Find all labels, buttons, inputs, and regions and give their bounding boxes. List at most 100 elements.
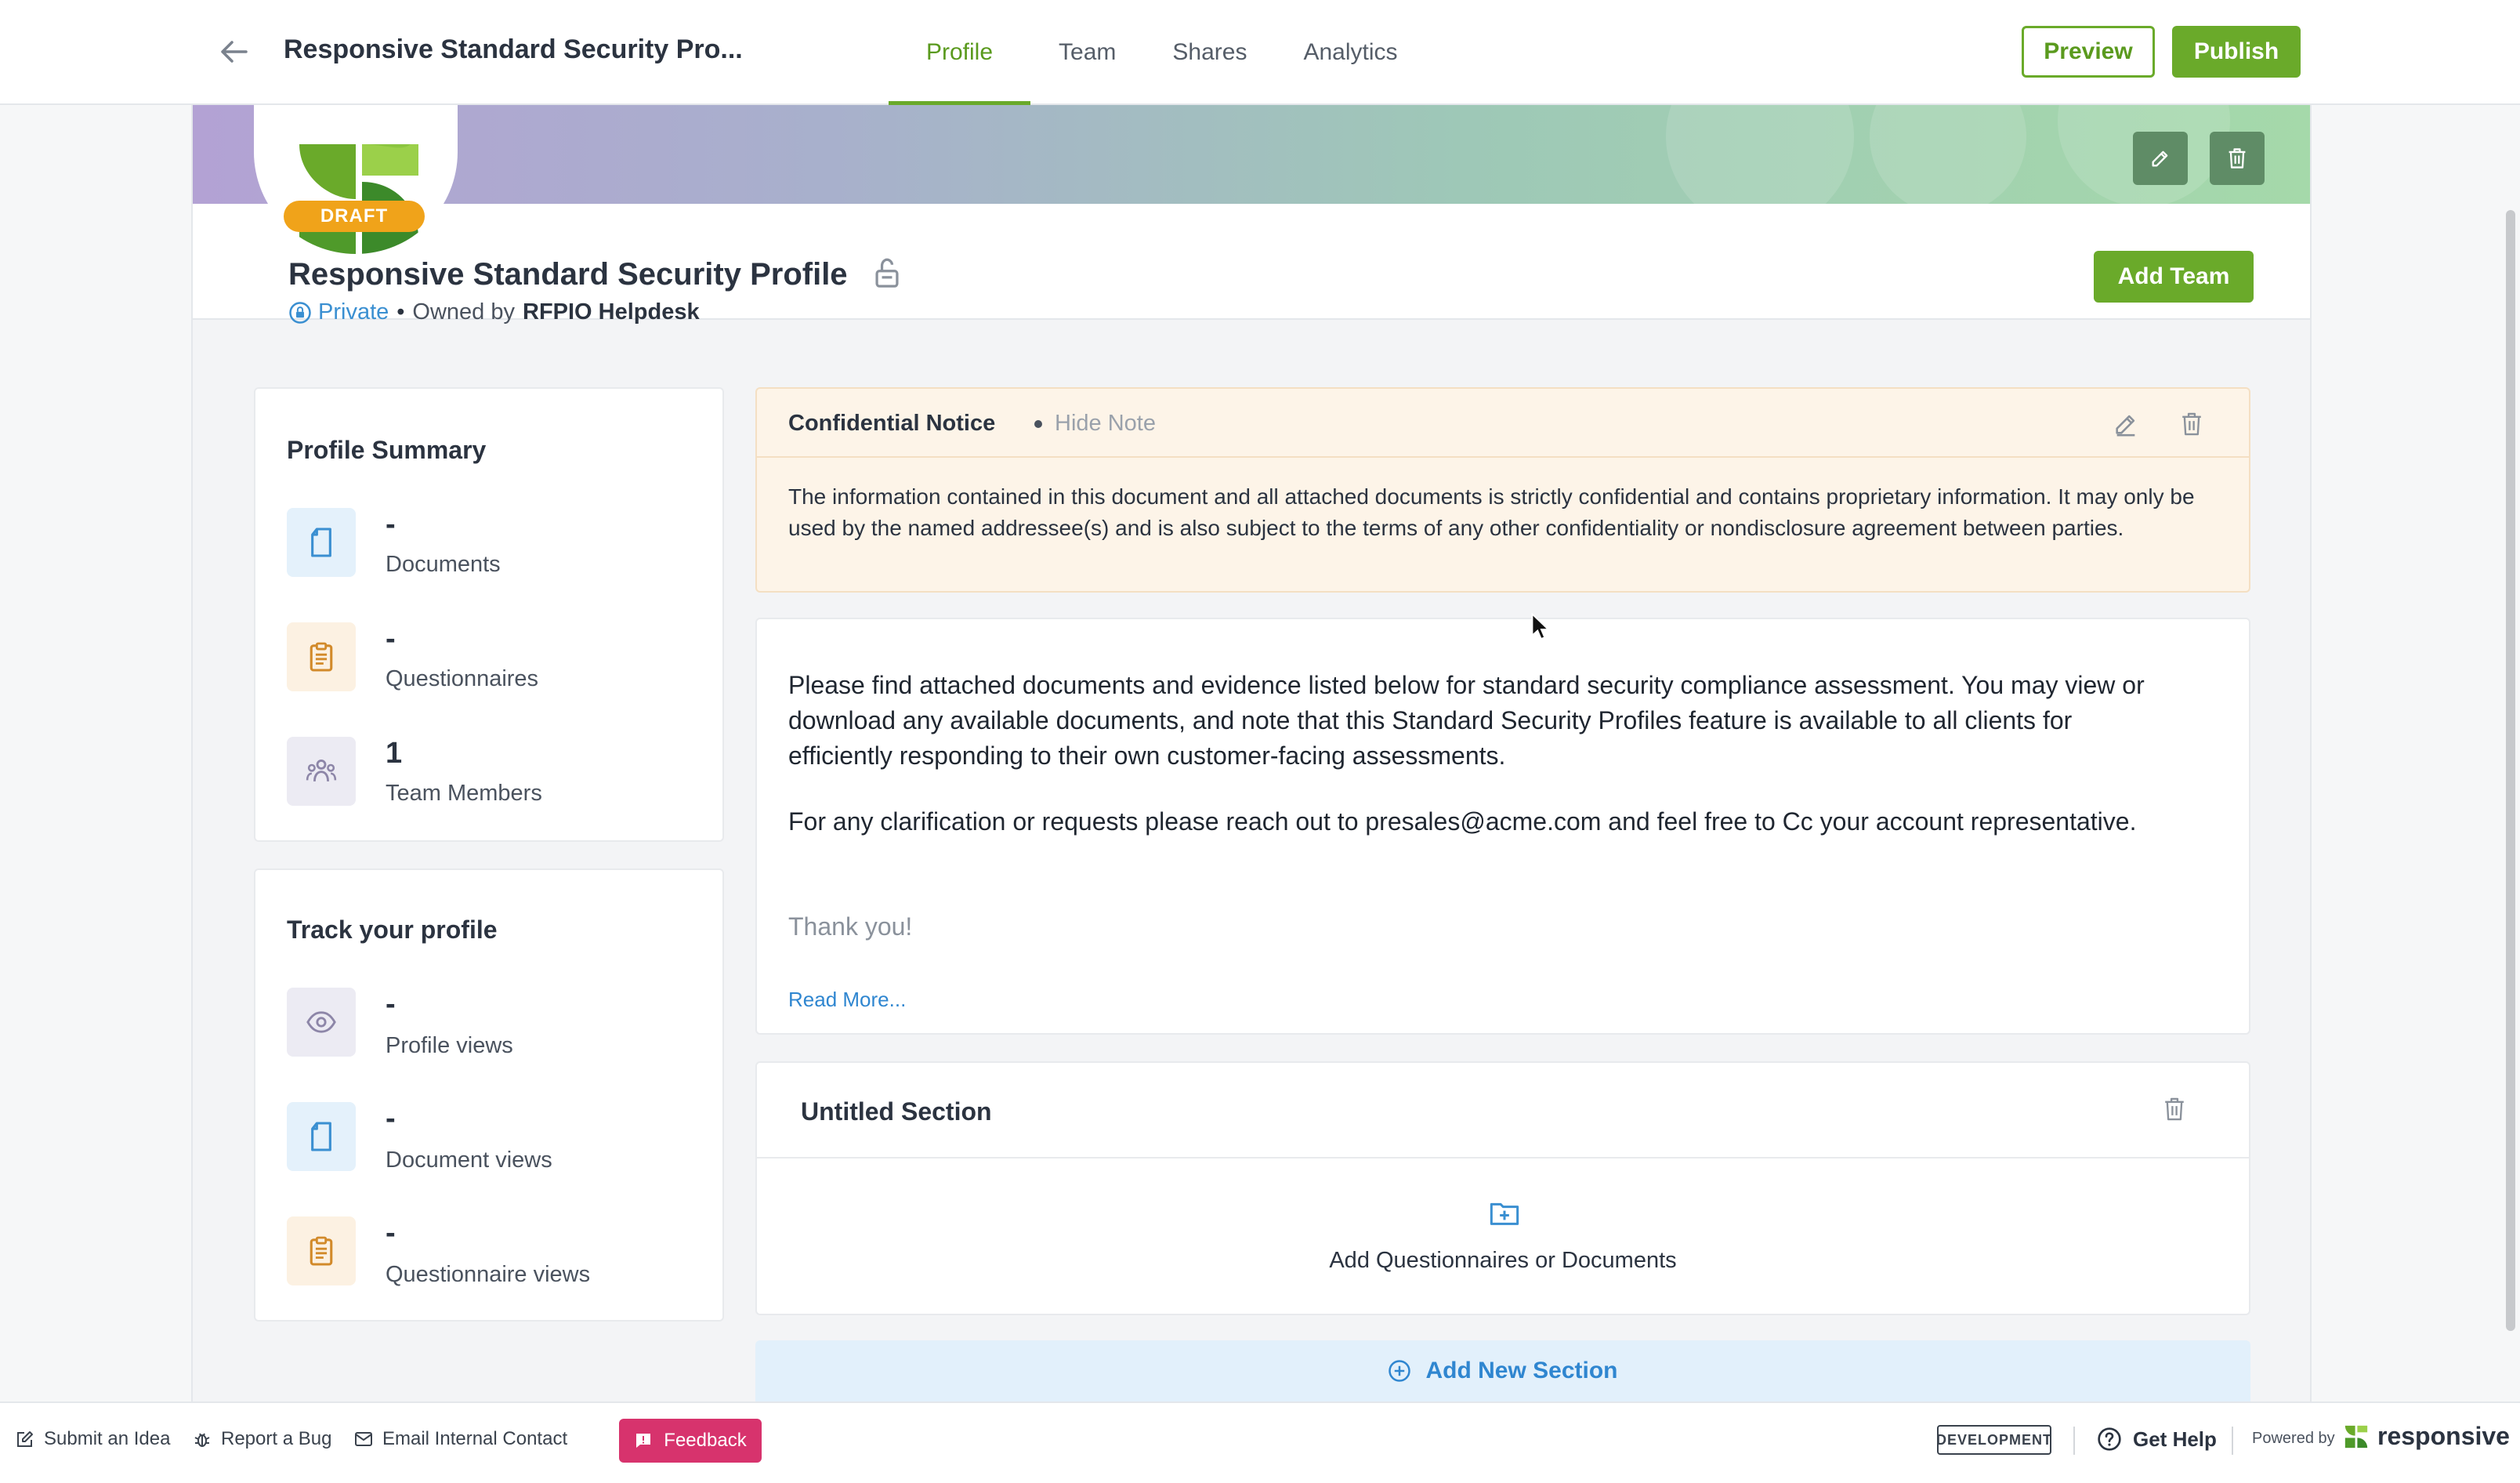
private-lock-icon [289, 301, 311, 324]
profile-description: Please find attached documents and evide… [755, 618, 2250, 1035]
questionnaires-count: - [386, 622, 396, 655]
section-header: Untitled Section [757, 1063, 2249, 1158]
edit-square-icon [17, 1431, 33, 1447]
section-title[interactable]: Untitled Section [801, 1097, 992, 1126]
team-members-label: Team Members [386, 781, 542, 806]
add-folder-icon[interactable] [1489, 1198, 1520, 1229]
notice-title: Confidential Notice [788, 411, 996, 436]
get-help-link[interactable]: Get Help [2097, 1427, 2217, 1452]
separator-dot: • [396, 299, 405, 325]
document-views-stat-icon [287, 1102, 356, 1171]
document-views-count: - [386, 1102, 396, 1135]
document-icon [311, 528, 331, 557]
questionnaire-views-count: - [386, 1216, 396, 1249]
owner-name: RFPIO Helpdesk [523, 299, 700, 325]
banner-decoration [1666, 105, 1854, 204]
get-help-label: Get Help [2133, 1427, 2217, 1451]
status-badge: DRAFT [284, 201, 425, 232]
description-paragraph: For any clarification or requests please… [788, 807, 2137, 836]
tab-profile[interactable]: Profile [889, 0, 1031, 105]
untitled-section: Untitled Section Add Questionnaires or D… [755, 1061, 2250, 1315]
environment-badge: DEVELOPMENT [1936, 1425, 2051, 1455]
profile-banner [193, 105, 2310, 204]
tab-team[interactable]: Team [1030, 0, 1144, 105]
powered-by-label: Powered by [2252, 1430, 2335, 1447]
preview-button[interactable]: Preview [2022, 26, 2155, 78]
plus-circle-icon [1389, 1360, 1411, 1382]
submit-idea-label: Submit an Idea [44, 1428, 171, 1449]
tab-analytics[interactable]: Analytics [1275, 0, 1425, 105]
submit-idea-link[interactable]: Submit an Idea [16, 1428, 170, 1450]
read-more-link[interactable]: Read More... [788, 988, 906, 1012]
footer-bar: Submit an Idea Report a Bug Email Intern… [0, 1401, 2520, 1483]
mouse-cursor-icon [1531, 613, 1550, 640]
notice-body: The information contained in this docume… [788, 484, 2195, 540]
add-team-button[interactable]: Add Team [2094, 251, 2254, 303]
add-questionnaires-documents-button[interactable]: Add Questionnaires or Documents [757, 1248, 2249, 1274]
bullet-dot [1034, 419, 1042, 428]
email-contact-label: Email Internal Contact [382, 1428, 568, 1449]
hide-note-label: Hide Note [1055, 411, 1156, 436]
documents-stat-icon [287, 508, 356, 577]
banner-decoration [1870, 105, 2026, 204]
profile-meta: Private • Owned by RFPIO Helpdesk [288, 299, 700, 325]
delete-banner-button[interactable] [2210, 132, 2265, 185]
email-internal-contact-link[interactable]: Email Internal Contact [354, 1428, 567, 1450]
add-new-section-button[interactable]: Add New Section [755, 1340, 2250, 1401]
arrow-left-icon [221, 41, 248, 63]
eye-icon [306, 1011, 336, 1033]
profile-summary-title: Profile Summary [287, 436, 487, 464]
track-profile-panel: Track your profile - Profile views - Doc… [254, 868, 724, 1322]
tab-bar: Profile Team Shares Analytics [889, 0, 1426, 105]
team-members-stat-icon [287, 737, 356, 806]
unlock-icon[interactable] [871, 257, 903, 290]
page-title: Responsive Standard Security Pro... [284, 34, 743, 64]
questionnaire-views-label: Questionnaire views [386, 1262, 591, 1287]
document-views-label: Document views [386, 1148, 552, 1173]
notice-header: Confidential Notice Hide Note [757, 389, 2249, 458]
footer-divider [2232, 1427, 2233, 1455]
feedback-icon [636, 1434, 651, 1448]
questionnaires-label: Questionnaires [386, 666, 539, 691]
delete-notice-icon[interactable] [2178, 411, 2205, 437]
profile-views-stat-icon [287, 988, 356, 1057]
description-paragraph: Thank you! [788, 912, 913, 941]
documents-label: Documents [386, 552, 501, 577]
team-members-count: 1 [386, 737, 403, 770]
team-icon [306, 760, 337, 781]
top-navigation-bar: Responsive Standard Security Pro... Prof… [0, 0, 2520, 105]
publish-button[interactable]: Publish [2172, 26, 2301, 78]
feedback-button[interactable]: Feedback [619, 1419, 762, 1463]
delete-section-icon[interactable] [2161, 1096, 2188, 1122]
profile-views-count: - [386, 988, 396, 1021]
owned-by-label: Owned by [412, 299, 515, 325]
bug-icon [194, 1433, 210, 1447]
document-icon [311, 1122, 331, 1151]
profile-title: Responsive Standard Security Profile [288, 257, 848, 292]
report-bug-link[interactable]: Report a Bug [193, 1428, 331, 1450]
pencil-icon [2152, 150, 2168, 167]
add-new-section-label: Add New Section [1425, 1358, 1618, 1383]
profile-views-label: Profile views [386, 1033, 513, 1058]
scrollbar-thumb[interactable] [2506, 210, 2515, 1331]
brand-logo: responsive [2343, 1422, 2510, 1451]
trash-icon [2229, 148, 2246, 169]
report-bug-label: Report a Bug [221, 1428, 332, 1449]
back-button[interactable] [215, 34, 252, 69]
edit-notice-icon[interactable] [2113, 411, 2139, 437]
documents-count: - [386, 508, 396, 541]
profile-summary-panel: Profile Summary - Documents - Questionna… [254, 387, 724, 842]
confidential-notice: Confidential Notice Hide Note The inform… [755, 387, 2250, 593]
brand-name: responsive [2377, 1422, 2510, 1450]
edit-banner-button[interactable] [2133, 132, 2188, 185]
responsive-logo-icon [2344, 1425, 2368, 1448]
hide-note-toggle[interactable]: Hide Note [1034, 411, 1156, 437]
footer-divider [2073, 1427, 2075, 1455]
questionnaire-views-stat-icon [287, 1216, 356, 1285]
clipboard-icon [310, 1236, 333, 1266]
description-paragraph: Please find attached documents and evide… [788, 671, 2145, 770]
tab-shares[interactable]: Shares [1144, 0, 1275, 105]
clipboard-icon [310, 642, 333, 672]
help-circle-icon [2098, 1427, 2121, 1451]
visibility-label[interactable]: Private [318, 299, 389, 325]
